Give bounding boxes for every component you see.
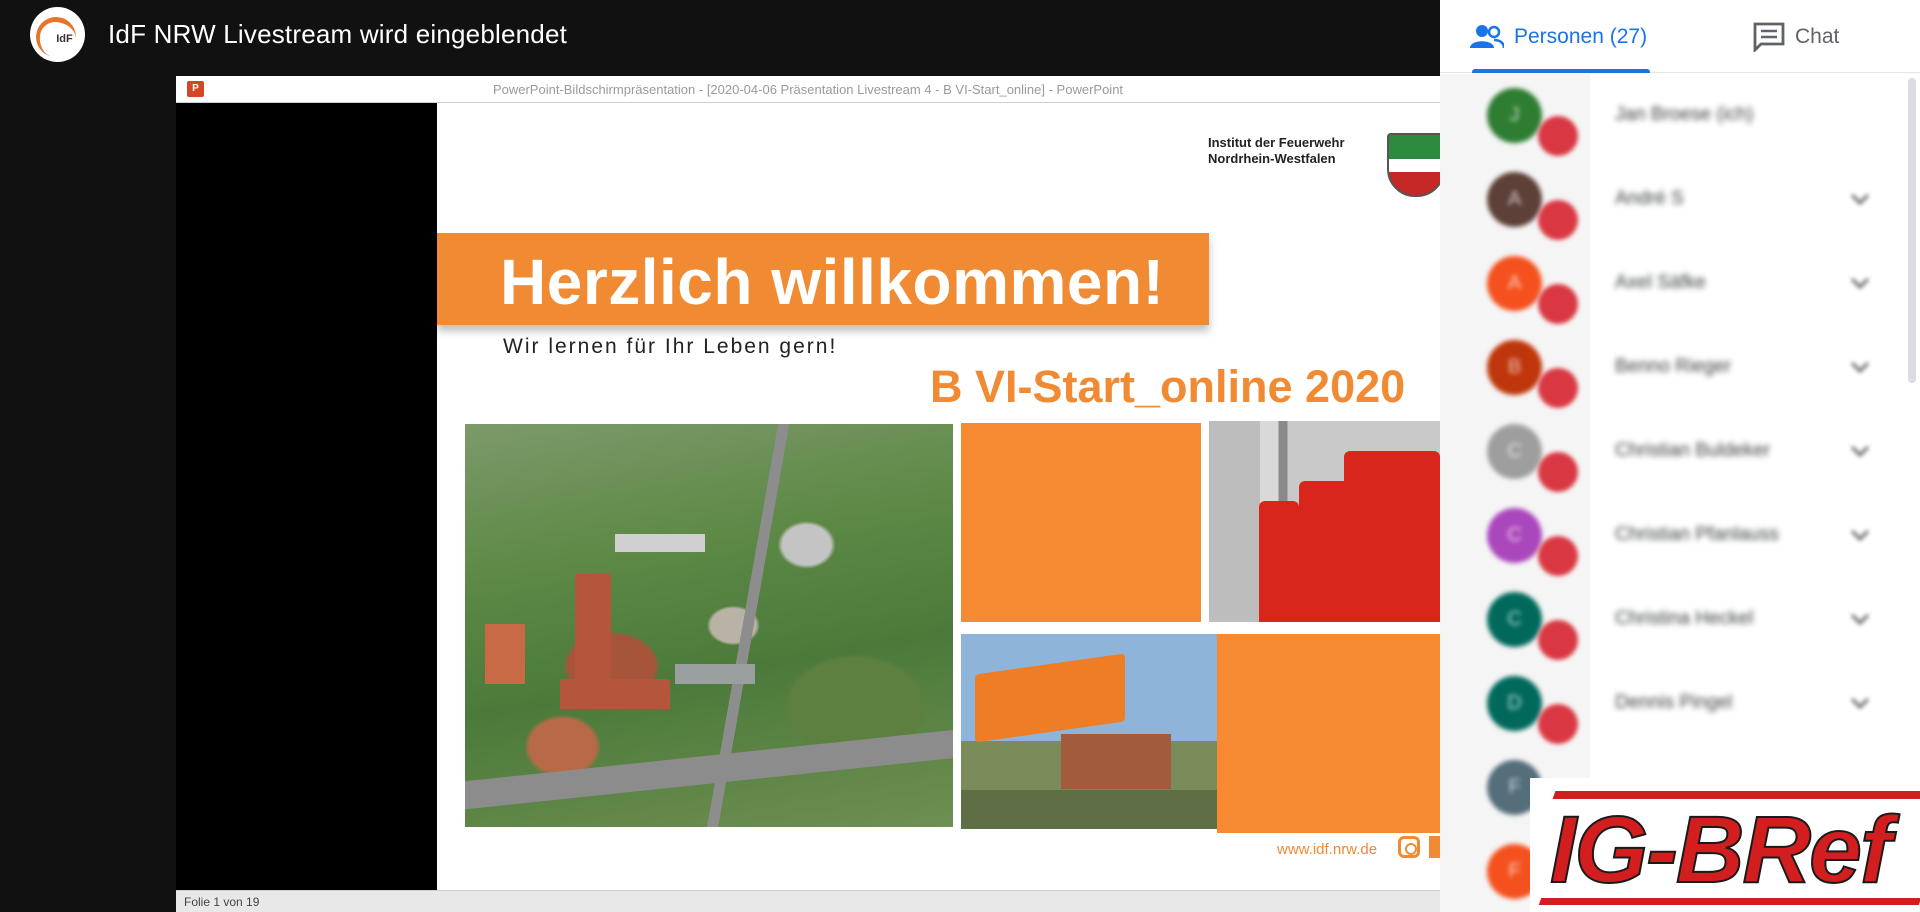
- welcome-banner: Herzlich willkommen!: [437, 233, 1209, 325]
- participant-row[interactable]: J Jan Broese (ich): [1440, 74, 1920, 158]
- slide-tagline: Wir lernen für Ihr Leben gern!: [503, 335, 838, 358]
- tab-chat[interactable]: Chat: [1753, 0, 1839, 73]
- powerpoint-window-title: PowerPoint-Bildschirmpräsentation - [202…: [492, 82, 1124, 97]
- avatar: C: [1487, 424, 1542, 479]
- brick-building: [1061, 734, 1171, 789]
- status-badge: [1538, 452, 1578, 492]
- aerial-building: [675, 664, 755, 684]
- institute-name: Institut der Feuerwehr Nordrhein-Westfal…: [1208, 135, 1345, 167]
- chevron-down-icon[interactable]: [1845, 352, 1875, 382]
- chevron-down-icon[interactable]: [1845, 268, 1875, 298]
- logo-text: IdF: [56, 32, 73, 45]
- chat-icon: [1753, 22, 1785, 52]
- avatar-initial: J: [1509, 104, 1520, 126]
- avatar: A: [1487, 172, 1542, 227]
- avatar-initial: A: [1507, 188, 1522, 210]
- avatar-initial: C: [1507, 440, 1522, 462]
- watermark-text: IG-BRef: [1549, 796, 1893, 904]
- tab-chat-label: Chat: [1795, 24, 1840, 48]
- nrw-crest-icon: [1387, 133, 1440, 197]
- fire-truck-photo: [1209, 421, 1440, 622]
- orange-building-photo: [961, 634, 1233, 829]
- igbref-watermark: IG-BRef: [1530, 778, 1920, 912]
- status-badge: [1538, 284, 1578, 324]
- active-tab-indicator: [1472, 69, 1650, 73]
- panel-tabs: Personen (27) Chat: [1440, 0, 1920, 73]
- avatar-initial: C: [1507, 608, 1522, 630]
- status-badge: [1538, 620, 1578, 660]
- orange-tile-2: [1217, 634, 1440, 833]
- website-url: www.idf.nrw.de: [1277, 841, 1378, 858]
- fire-truck: [1259, 501, 1299, 622]
- institute-line-1: Institut der Feuerwehr: [1208, 135, 1345, 150]
- course-title: B VI-Start_online 2020: [930, 361, 1406, 412]
- shared-screen: P PowerPoint-Bildschirmpräsentation - [2…: [176, 76, 1440, 912]
- people-icon: [1470, 24, 1504, 48]
- participant-row[interactable]: C Christina Heckel: [1440, 578, 1920, 662]
- facebook-icon: [1429, 836, 1440, 858]
- avatar: C: [1487, 592, 1542, 647]
- status-badge: [1538, 200, 1578, 240]
- participant-name: Christian Buldeker: [1615, 440, 1771, 461]
- participant-row[interactable]: C Christian Buldeker: [1440, 410, 1920, 494]
- chevron-down-icon[interactable]: [1845, 436, 1875, 466]
- aerial-building: [575, 574, 611, 684]
- avatar: J: [1487, 88, 1542, 143]
- institute-line-2: Nordrhein-Westfalen: [1208, 151, 1336, 166]
- orange-tile-1: [961, 423, 1201, 622]
- participant-name: André S: [1615, 188, 1684, 209]
- aerial-building: [485, 624, 525, 684]
- status-badge: [1538, 368, 1578, 408]
- participant-row[interactable]: B Benno Rieger: [1440, 326, 1920, 410]
- aerial-building: [560, 679, 670, 709]
- avatar-initial: D: [1507, 692, 1522, 714]
- powerpoint-statusbar: Folie 1 von 19: [176, 890, 1440, 912]
- participant-list-scrollbar[interactable]: [1908, 78, 1916, 383]
- avatar: A: [1487, 256, 1542, 311]
- participant-row[interactable]: A Axel Säfke: [1440, 242, 1920, 326]
- avatar-initial: B: [1507, 356, 1522, 378]
- fire-truck: [1344, 451, 1440, 622]
- avatar-initial: A: [1507, 272, 1522, 294]
- status-badge: [1538, 116, 1578, 156]
- avatar: B: [1487, 340, 1542, 395]
- aerial-road: [465, 724, 953, 812]
- participant-name: Axel Säfke: [1615, 272, 1706, 293]
- chevron-down-icon[interactable]: [1845, 184, 1875, 214]
- aerial-building: [615, 534, 705, 552]
- participant-name: Dennis Pingel: [1615, 692, 1733, 713]
- participant-name: Benno Rieger: [1615, 356, 1732, 377]
- status-badge: [1538, 704, 1578, 744]
- slide-counter: Folie 1 von 19: [184, 895, 260, 909]
- participant-name: Jan Broese (ich): [1615, 104, 1754, 125]
- tab-people-label: Personen (27): [1514, 24, 1648, 48]
- avatar: D: [1487, 676, 1542, 731]
- watermark-stripe: [1538, 898, 1920, 905]
- aerial-photo: [465, 424, 953, 827]
- powerpoint-titlebar: P PowerPoint-Bildschirmpräsentation - [2…: [176, 76, 1440, 103]
- participant-name: Christian Pfanlauss: [1615, 524, 1779, 545]
- chevron-down-icon[interactable]: [1845, 604, 1875, 634]
- participant-row[interactable]: C Christian Pfanlauss: [1440, 494, 1920, 578]
- fire-truck: [1299, 481, 1349, 622]
- side-panel: Personen (27) Chat J Jan Broese (ich) A And…: [1440, 0, 1920, 912]
- slide: Institut der Feuerwehr Nordrhein-Westfal…: [437, 103, 1440, 890]
- chevron-down-icon[interactable]: [1845, 520, 1875, 550]
- participant-row[interactable]: A André S: [1440, 158, 1920, 242]
- avatar: C: [1487, 508, 1542, 563]
- instagram-icon: [1398, 836, 1420, 858]
- screen: IdF IdF NRW Livestream wird eingeblendet…: [0, 0, 1920, 912]
- welcome-headline: Herzlich willkommen!: [500, 246, 1165, 318]
- tab-people[interactable]: Personen (27): [1470, 0, 1647, 73]
- orange-shell: [975, 653, 1125, 743]
- chevron-down-icon[interactable]: [1845, 688, 1875, 718]
- status-badge: [1538, 536, 1578, 576]
- meeting-title: IdF NRW Livestream wird eingeblendet: [108, 19, 568, 49]
- participant-row[interactable]: D Dennis Pingel: [1440, 662, 1920, 746]
- avatar-initial: C: [1507, 524, 1522, 546]
- idf-logo: IdF: [30, 7, 85, 62]
- top-bar: IdF IdF NRW Livestream wird eingeblendet: [0, 0, 1440, 70]
- participant-name: Christina Heckel: [1615, 608, 1754, 629]
